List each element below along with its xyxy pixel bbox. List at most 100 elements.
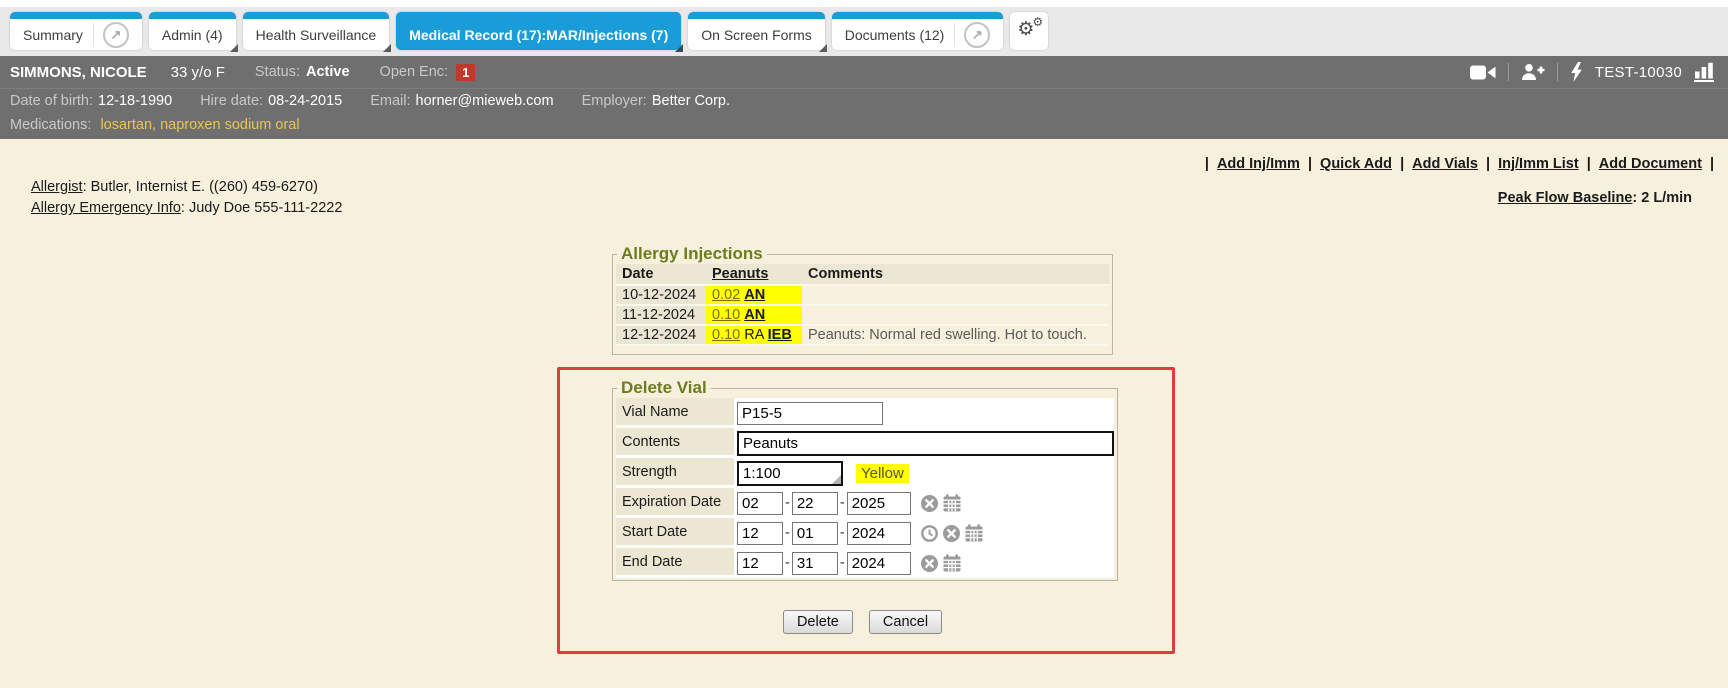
tab-accent-bar xyxy=(688,12,824,19)
end-month-input[interactable] xyxy=(737,552,783,575)
tab-health-surveillance[interactable]: Health Surveillance xyxy=(243,12,390,50)
action-links: | Add Inj/Imm | Quick Add | Add Vials | … xyxy=(1205,156,1714,172)
reaction-code-link[interactable]: IEB xyxy=(768,327,792,343)
injection-date: 11-12-2024 xyxy=(616,305,706,325)
end-date-row: End Date - - xyxy=(616,548,1114,578)
calendar-icon[interactable] xyxy=(965,524,983,542)
add-inj-imm-link[interactable]: Add Inj/Imm xyxy=(1217,156,1300,172)
tab-on-screen-forms[interactable]: On Screen Forms xyxy=(688,12,824,50)
tab-documents[interactable]: Documents (12) ↗ xyxy=(832,12,1004,50)
lightning-bolt-icon[interactable] xyxy=(1570,62,1583,82)
expiration-year-input[interactable] xyxy=(847,492,911,515)
injection-dose-cell: 0.10 RA IEB xyxy=(706,325,802,345)
tab-list: Summary ↗ Admin (4) Health Surveillance … xyxy=(10,12,1048,50)
peak-flow-baseline: Peak Flow Baseline: 2 L/min xyxy=(1498,190,1692,206)
vial-color-tag[interactable]: Yellow xyxy=(856,464,909,483)
add-person-icon[interactable] xyxy=(1521,63,1545,81)
clock-icon[interactable] xyxy=(921,525,938,542)
strength-row: Strength Yellow xyxy=(616,458,1114,488)
email-value: horner@mieweb.com xyxy=(416,93,554,109)
vial-name-input[interactable] xyxy=(737,402,883,425)
calendar-icon[interactable] xyxy=(943,554,961,572)
patient-age-sex: 33 y/o F xyxy=(171,64,225,81)
separator: | xyxy=(1710,156,1714,172)
video-call-icon[interactable] xyxy=(1470,64,1496,81)
divider xyxy=(1557,63,1558,81)
clear-date-icon[interactable] xyxy=(921,495,938,512)
vial-name-label: Vial Name xyxy=(616,398,734,428)
tab-dropdown-corner-icon[interactable] xyxy=(383,44,391,52)
tab-admin[interactable]: Admin (4) xyxy=(149,12,236,50)
tab-accent-bar xyxy=(396,12,681,19)
medication-link-losartan[interactable]: losartan xyxy=(100,117,152,133)
start-month-input[interactable] xyxy=(737,522,783,545)
end-day-input[interactable] xyxy=(792,552,838,575)
tab-dropdown-corner-icon[interactable] xyxy=(230,44,238,52)
employer-value: Better Corp. xyxy=(652,93,730,109)
flowsheet-chart-icon[interactable] xyxy=(1694,62,1716,82)
calendar-icon[interactable] xyxy=(943,494,961,512)
allergy-emergency-value: : Judy Doe 555-111-2222 xyxy=(181,200,343,216)
table-row: 11-12-2024 0.10 AN xyxy=(616,305,1109,325)
status-label: Status: xyxy=(255,64,300,80)
tab-medical-record-active[interactable]: Medical Record (17):MAR/Injections (7) xyxy=(396,12,681,50)
open-enc-label: Open Enc: xyxy=(380,64,449,80)
allergy-injections-legend: Allergy Injections xyxy=(617,244,767,264)
medications-label: Medications: xyxy=(10,117,91,133)
separator: | xyxy=(1400,156,1404,172)
expiration-day-input[interactable] xyxy=(792,492,838,515)
peak-flow-value: : 2 L/min xyxy=(1632,190,1692,206)
contents-label: Contents xyxy=(616,428,734,458)
open-encounter-badge[interactable]: 1 xyxy=(456,64,475,81)
tab-label: Documents (12) xyxy=(845,27,945,43)
tab-label: Summary xyxy=(23,27,83,43)
allergy-injections-fieldset: Allergy Injections Date Peanuts Comments… xyxy=(612,244,1113,355)
divider xyxy=(1508,63,1509,81)
settings-gear-button[interactable]: ⚙ ⚙ xyxy=(1010,12,1048,50)
inj-imm-list-link[interactable]: Inj/Imm List xyxy=(1498,156,1579,172)
start-date-label: Start Date xyxy=(616,518,734,548)
tab-accent-bar xyxy=(243,12,390,19)
tab-divider xyxy=(93,23,94,47)
delete-button[interactable]: Delete xyxy=(783,610,853,634)
separator: | xyxy=(1587,156,1591,172)
reaction-code-link[interactable]: AN xyxy=(744,287,765,303)
reaction-code-link[interactable]: AN xyxy=(744,307,765,323)
tab-dropdown-corner-icon[interactable] xyxy=(675,44,683,52)
start-date-row: Start Date - - xyxy=(616,518,1114,548)
tab-dropdown-corner-icon[interactable] xyxy=(819,44,827,52)
delete-vial-legend: Delete Vial xyxy=(617,378,711,398)
end-year-input[interactable] xyxy=(847,552,911,575)
add-vials-link[interactable]: Add Vials xyxy=(1412,156,1478,172)
start-year-input[interactable] xyxy=(847,522,911,545)
dose-link[interactable]: 0.02 xyxy=(712,287,740,303)
dob-value: 12-18-1990 xyxy=(98,93,172,109)
cancel-button[interactable]: Cancel xyxy=(869,610,942,634)
dose-link[interactable]: 0.10 xyxy=(712,327,740,343)
clear-date-icon[interactable] xyxy=(921,555,938,572)
peak-flow-baseline-link[interactable]: Peak Flow Baseline xyxy=(1498,190,1633,206)
expiration-month-input[interactable] xyxy=(737,492,783,515)
external-link-icon[interactable]: ↗ xyxy=(964,22,990,48)
col-header-date: Date xyxy=(616,264,706,285)
clear-date-icon[interactable] xyxy=(943,525,960,542)
quick-add-link[interactable]: Quick Add xyxy=(1320,156,1392,172)
tab-summary[interactable]: Summary ↗ xyxy=(10,12,142,50)
employer-label: Employer: xyxy=(582,93,647,109)
expiration-date-row: Expiration Date - - xyxy=(616,488,1114,518)
expiration-date-label: Expiration Date xyxy=(616,488,734,518)
allergist-link[interactable]: Allergist xyxy=(31,179,83,195)
contents-input[interactable] xyxy=(737,431,1114,456)
dose-link[interactable]: 0.10 xyxy=(712,307,740,323)
form-buttons: Delete Cancel xyxy=(612,610,1113,634)
allergy-emergency-info-link[interactable]: Allergy Emergency Info xyxy=(31,200,181,216)
add-document-link[interactable]: Add Document xyxy=(1599,156,1702,172)
medication-link-naproxen[interactable]: naproxen sodium oral xyxy=(160,117,299,133)
col-header-peanuts[interactable]: Peanuts xyxy=(706,264,802,285)
start-day-input[interactable] xyxy=(792,522,838,545)
webchart-app: Summary ↗ Admin (4) Health Surveillance … xyxy=(0,0,1728,688)
external-link-icon[interactable]: ↗ xyxy=(103,22,129,48)
delete-vial-fieldset: Delete Vial Vial Name Contents Strength xyxy=(612,378,1118,581)
strength-input[interactable] xyxy=(737,461,843,486)
date-separator: - xyxy=(840,495,845,511)
